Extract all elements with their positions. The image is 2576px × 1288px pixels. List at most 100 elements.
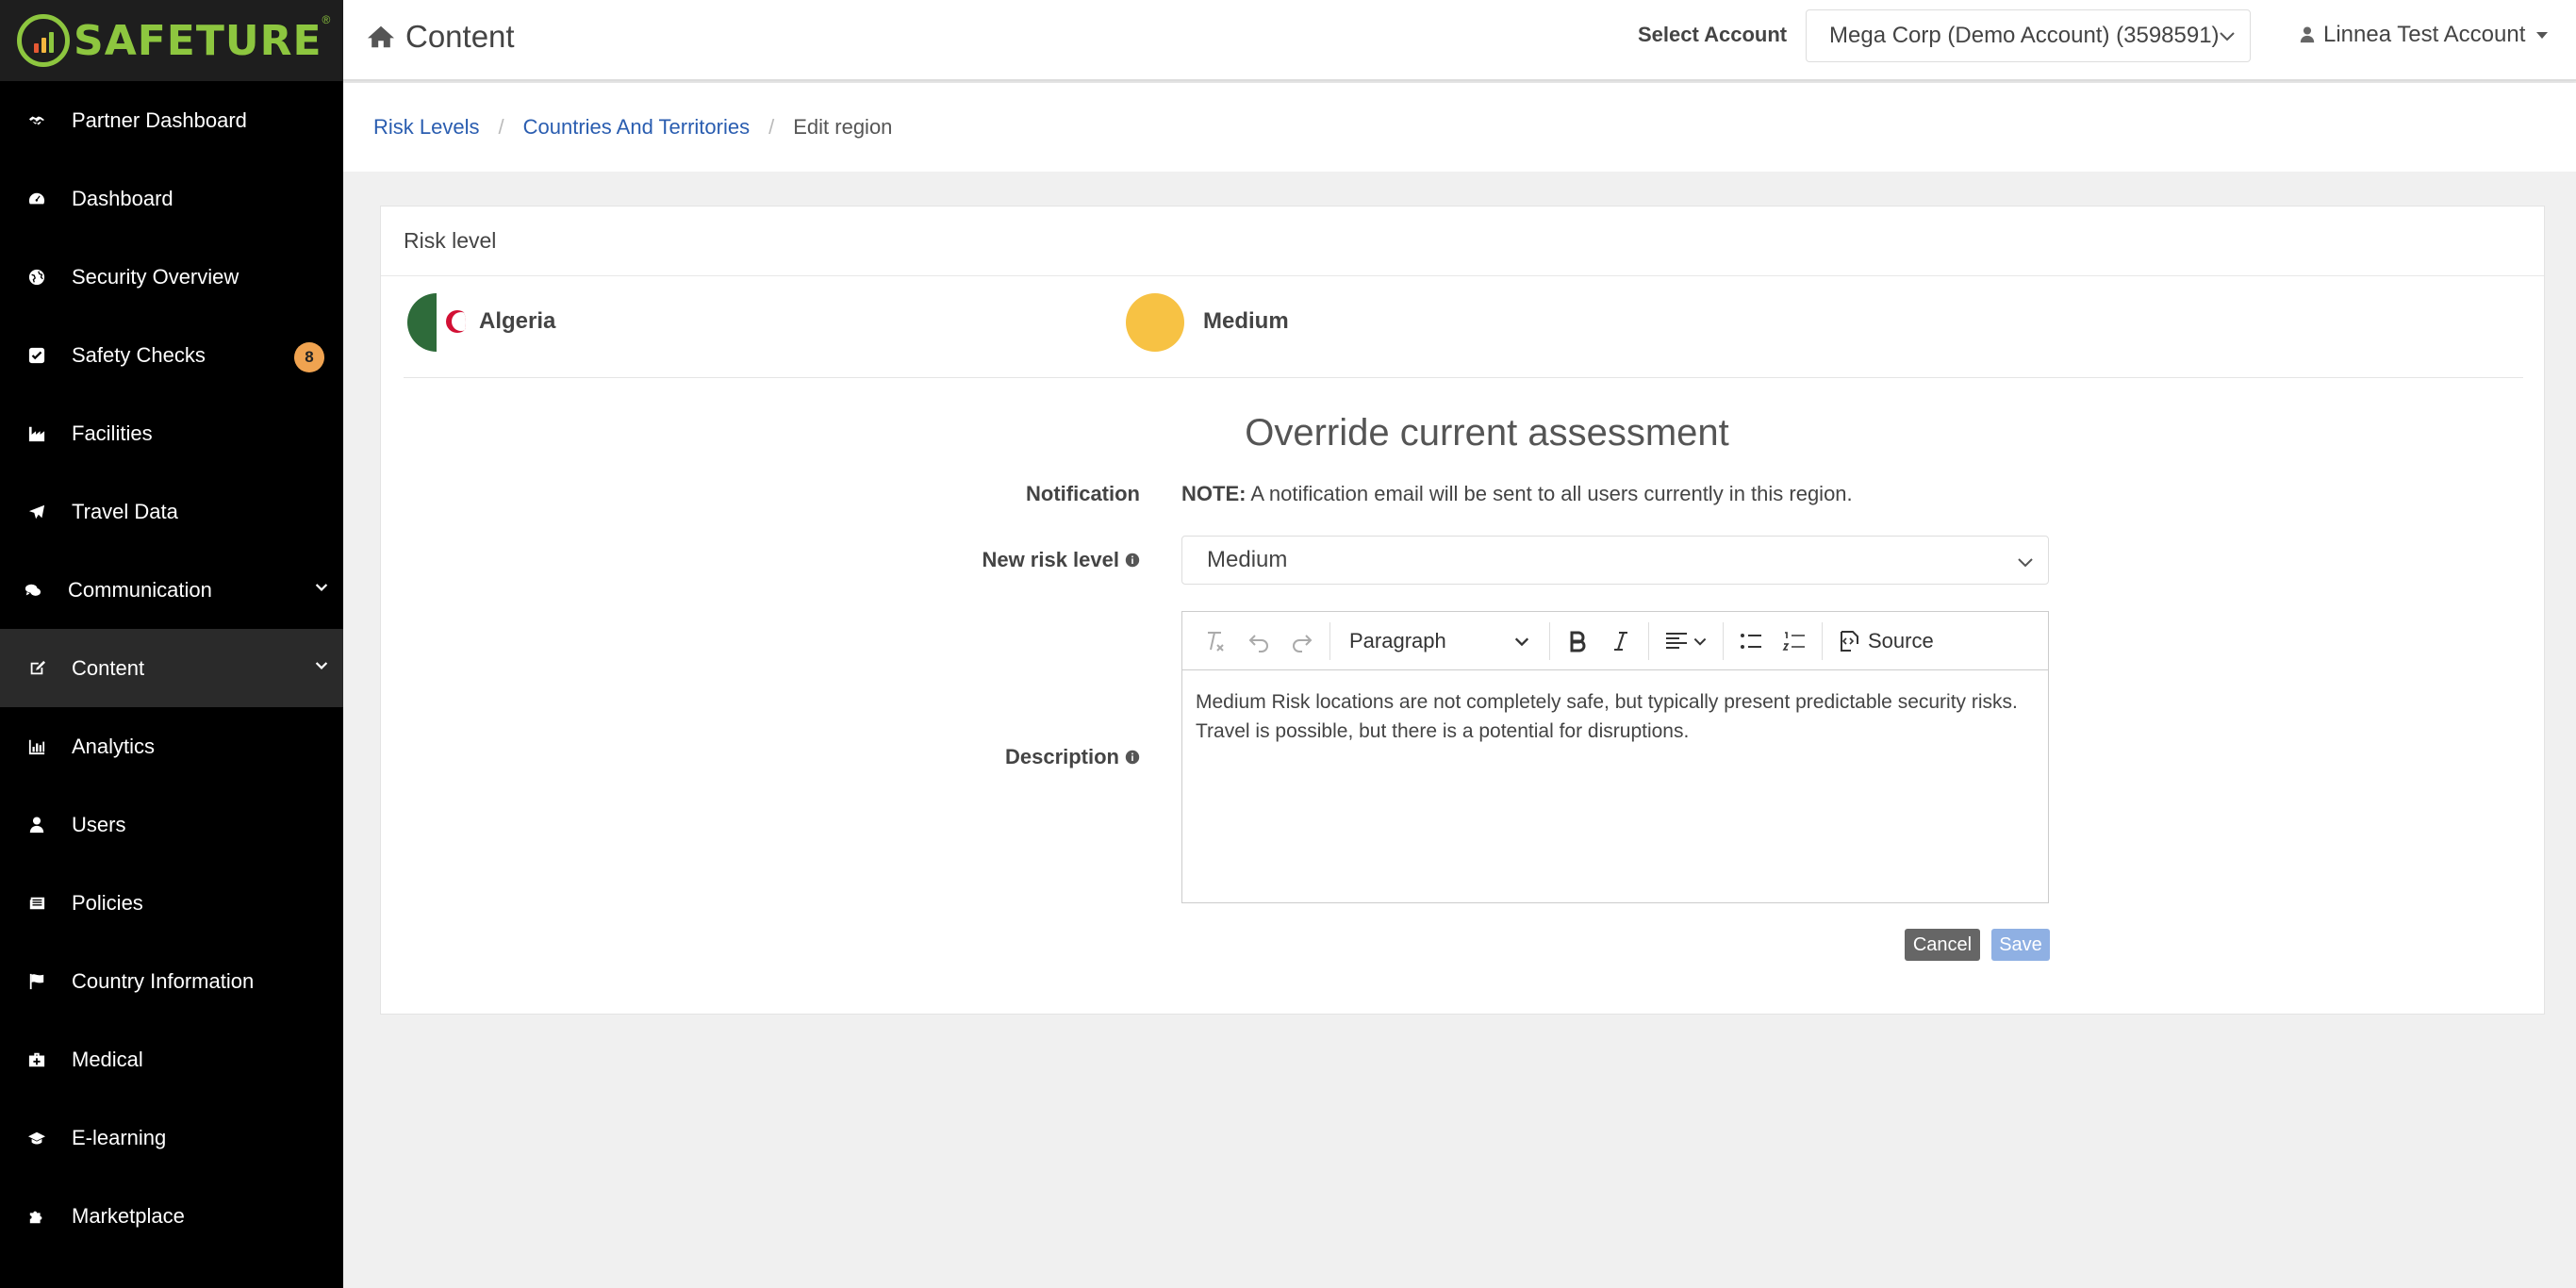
undo-button[interactable] <box>1237 619 1280 663</box>
handshake-icon <box>26 110 47 131</box>
sidebar-item-label: Dashboard <box>72 186 173 210</box>
paragraph-format-value: Paragraph <box>1349 628 1446 652</box>
paragraph-format-dropdown[interactable]: Paragraph <box>1336 619 1544 663</box>
sidebar-item-dashboard[interactable]: Dashboard <box>0 159 343 238</box>
breadcrumb-current: Edit region <box>793 115 893 139</box>
medkit-icon <box>26 1049 47 1070</box>
safeture-logo[interactable]: SAFETURE ® <box>0 0 343 81</box>
home-icon <box>368 25 394 48</box>
account-select-value: Mega Corp (Demo Account) (3598591) <box>1829 23 2220 48</box>
sidebar-item-partner-dashboard[interactable]: Partner Dashboard <box>0 81 343 159</box>
user-name: Linnea Test Account <box>2323 22 2526 47</box>
bulleted-list-button[interactable] <box>1729 619 1773 663</box>
edit-icon <box>26 658 47 679</box>
description-label: Description <box>763 745 1140 769</box>
chevron-down-icon <box>2218 25 2237 52</box>
remove-format-icon <box>1208 631 1224 652</box>
sidebar-item-e-learning[interactable]: E-learning <box>0 1098 343 1177</box>
save-button[interactable]: Save <box>1991 929 2050 961</box>
cancel-button[interactable]: Cancel <box>1905 929 1980 961</box>
info-icon[interactable] <box>1125 553 1140 568</box>
sidebar-item-label: Marketplace <box>72 1203 185 1228</box>
sidebar-item-communication[interactable]: Communication <box>0 551 343 629</box>
sidebar-item-label: E-learning <box>72 1125 167 1149</box>
industry-icon <box>26 423 47 444</box>
risk-level-select-value: Medium <box>1207 547 1288 572</box>
chevron-down-icon <box>1693 637 1707 646</box>
page-title: Content <box>368 19 515 55</box>
region-row: Algeria Medium <box>404 293 2523 378</box>
user-icon <box>2300 26 2315 43</box>
new-risk-level-label: New risk level <box>763 548 1140 572</box>
risk-level-name: Medium <box>1203 308 1289 334</box>
card-header: Risk level <box>381 206 2544 276</box>
breadcrumb-countries-and-territories[interactable]: Countries And Territories <box>523 115 751 140</box>
italic-button[interactable] <box>1599 619 1643 663</box>
sidebar-item-security-overview[interactable]: Security Overview <box>0 238 343 316</box>
bulleted-list-icon <box>1741 633 1761 649</box>
chevron-down-icon <box>1514 637 1529 646</box>
source-button[interactable]: Source <box>1828 619 1943 663</box>
sidebar-item-label: Analytics <box>72 734 156 758</box>
description-editor-body[interactable]: Medium Risk locations are not completely… <box>1182 670 2048 763</box>
sidebar-item-policies[interactable]: Policies <box>0 864 343 942</box>
notification-label: Notification <box>763 482 1140 506</box>
sidebar-item-label: Content <box>72 655 145 680</box>
bold-icon <box>1570 631 1586 652</box>
notification-note: NOTE: A notification email will be sent … <box>1181 482 1853 506</box>
info-icon[interactable] <box>1125 750 1140 765</box>
user-menu[interactable]: Linnea Test Account <box>2299 22 2549 48</box>
comments-icon <box>23 580 43 601</box>
source-label: Source <box>1868 628 1934 652</box>
algeria-flag-icon <box>407 293 466 352</box>
checkbox-icon <box>26 345 47 366</box>
sidebar-item-travel-data[interactable]: Travel Data <box>0 472 343 551</box>
bold-button[interactable] <box>1556 619 1599 663</box>
graduation-cap-icon <box>26 1128 47 1148</box>
logo-icon <box>17 14 70 67</box>
sidebar-item-safety-checks[interactable]: Safety Checks 8 <box>0 316 343 394</box>
breadcrumb-risk-levels[interactable]: Risk Levels <box>373 115 479 140</box>
align-left-icon <box>1666 632 1687 649</box>
numbered-list-icon <box>1782 631 1805 651</box>
breadcrumb: Risk Levels / Countries And Territories … <box>343 83 2576 172</box>
chevron-down-icon <box>2016 552 2035 578</box>
globe-icon <box>26 267 47 288</box>
sidebar-item-analytics[interactable]: Analytics <box>0 707 343 785</box>
sidebar-item-label: Safety Checks <box>72 342 206 367</box>
risk-level-indicator <box>1126 293 1184 352</box>
redo-icon <box>1293 634 1313 652</box>
sidebar-item-content[interactable]: Content <box>0 629 343 707</box>
sidebar-item-medical[interactable]: Medical <box>0 1020 343 1098</box>
chevron-down-icon <box>313 576 330 601</box>
remove-format-button[interactable] <box>1194 619 1237 663</box>
description-label-text: Description <box>1004 745 1119 768</box>
note-strong: NOTE: <box>1181 482 1247 505</box>
sidebar-item-country-information[interactable]: Country Information <box>0 942 343 1020</box>
sidebar-item-facilities[interactable]: Facilities <box>0 394 343 472</box>
sidebar-item-label: Policies <box>72 890 143 915</box>
toolbar-separator <box>1822 621 1823 660</box>
sidebar-item-marketplace[interactable]: Marketplace <box>0 1177 343 1255</box>
align-dropdown[interactable] <box>1655 619 1717 663</box>
breadcrumb-separator: / <box>768 115 775 139</box>
editor-toolbar: Paragraph Source <box>1182 612 2048 670</box>
chevron-down-icon <box>313 654 330 679</box>
sidebar-item-label: Country Information <box>72 968 255 993</box>
plane-icon <box>26 502 47 522</box>
logo-registered-mark: ® <box>322 13 331 26</box>
numbered-list-button[interactable] <box>1773 619 1816 663</box>
redo-button[interactable] <box>1280 619 1324 663</box>
select-account-label: Select Account <box>1638 23 1788 46</box>
risk-level-select[interactable]: Medium <box>1181 536 2049 585</box>
flag-icon <box>26 971 47 992</box>
top-bar: Content Select Account Mega Corp (Demo A… <box>343 0 2576 81</box>
sidebar-item-users[interactable]: Users <box>0 785 343 864</box>
sidebar-item-label: Users <box>72 812 126 836</box>
sidebar-nav: Partner Dashboard Dashboard Security Ove… <box>0 81 343 1255</box>
toolbar-separator <box>1723 621 1724 660</box>
sidebar-item-label: Travel Data <box>72 499 178 523</box>
account-select[interactable]: Mega Corp (Demo Account) (3598591) <box>1806 9 2251 62</box>
toolbar-separator <box>1329 621 1330 660</box>
sidebar-item-label: Security Overview <box>72 264 239 289</box>
